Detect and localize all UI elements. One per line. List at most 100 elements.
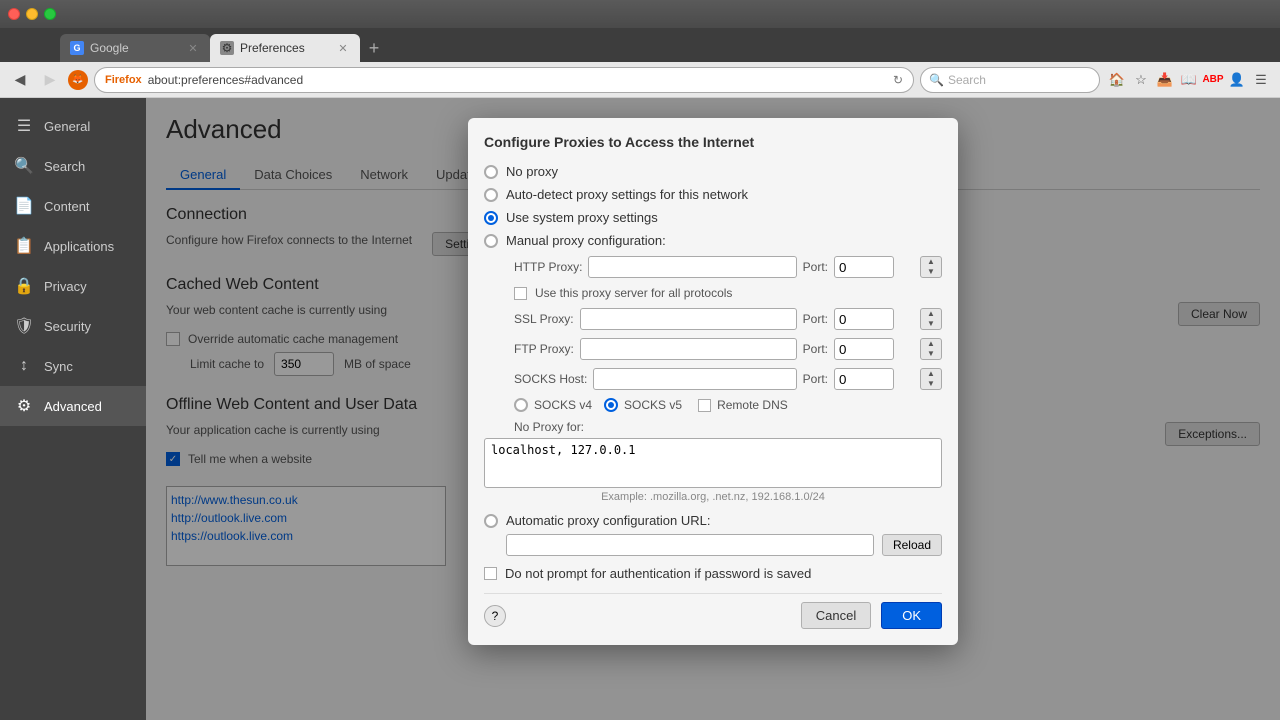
sidebar-item-sync[interactable]: ↕ Sync: [0, 346, 146, 386]
advanced-icon: ⚙: [14, 396, 34, 416]
sidebar-item-security[interactable]: 🛡 Security: [0, 306, 146, 346]
ftp-proxy-grid: FTP Proxy: Port: ▲ ▼: [514, 338, 942, 360]
socks-spin-up[interactable]: ▲: [921, 369, 941, 379]
ssl-proxy-input[interactable]: [580, 308, 797, 330]
use-proxy-row: Use this proxy server for all protocols: [514, 286, 942, 300]
radio-auto-detect-btn[interactable]: [484, 188, 498, 202]
socks-v5-label: SOCKS v5: [624, 398, 682, 412]
no-proxy-section: No Proxy for: localhost, 127.0.0.1 Examp…: [484, 420, 942, 503]
no-auth-checkbox[interactable]: [484, 567, 497, 580]
ssl-spin-down[interactable]: ▼: [921, 319, 941, 329]
ssl-port-input[interactable]: [834, 308, 894, 330]
tab-preferences[interactable]: ⚙ Preferences ✕: [210, 34, 360, 62]
sync-icon[interactable]: 👤: [1226, 69, 1248, 91]
ftp-spin-up[interactable]: ▲: [921, 339, 941, 349]
sidebar-item-applications[interactable]: 📋 Applications: [0, 226, 146, 266]
sidebar-item-advanced[interactable]: ⚙ Advanced: [0, 386, 146, 426]
search-icon: 🔍: [929, 73, 944, 87]
reader-icon[interactable]: 📖: [1178, 69, 1200, 91]
new-tab-button[interactable]: +: [360, 34, 388, 62]
remote-dns-label: Remote DNS: [717, 398, 788, 412]
socks-v4-btn[interactable]: [514, 398, 528, 412]
spin-down[interactable]: ▼: [921, 267, 941, 277]
radio-system-proxy-btn[interactable]: [484, 211, 498, 225]
address-bar[interactable]: Firefox about:preferences#advanced ↻: [94, 67, 914, 93]
sync-nav-icon: ↕: [14, 356, 34, 376]
use-proxy-label: Use this proxy server for all protocols: [535, 286, 732, 300]
search-nav-icon: 🔍: [14, 156, 34, 176]
http-proxy-label: HTTP Proxy:: [514, 260, 582, 274]
radio-manual-proxy-btn[interactable]: [484, 234, 498, 248]
tab-google-label: Google: [90, 41, 129, 55]
ftp-proxy-label: FTP Proxy:: [514, 342, 574, 356]
sidebar: ☰ General 🔍 Search 📄 Content 📋 Applicati…: [0, 98, 146, 720]
browser-navbar: ◀ ▶ 🦊 Firefox about:preferences#advanced…: [0, 62, 1280, 98]
socks-port-spinner[interactable]: ▲ ▼: [920, 368, 942, 390]
auto-proxy-url-input[interactable]: [506, 534, 874, 556]
sidebar-item-privacy[interactable]: 🔒 Privacy: [0, 266, 146, 306]
sidebar-item-content[interactable]: 📄 Content: [0, 186, 146, 226]
sidebar-label-applications: Applications: [44, 239, 114, 254]
remote-dns-checkbox[interactable]: [698, 399, 711, 412]
radio-system-proxy: Use system proxy settings: [484, 210, 942, 225]
auto-proxy-label: Automatic proxy configuration URL:: [506, 513, 710, 528]
browser-titlebar: [0, 0, 1280, 28]
menu-icon[interactable]: ☰: [1250, 69, 1272, 91]
no-auth-row: Do not prompt for authentication if pass…: [484, 566, 942, 581]
http-port-spinner[interactable]: ▲ ▼: [920, 256, 942, 278]
socks-port-input[interactable]: [834, 368, 894, 390]
pocket-icon[interactable]: 📥: [1154, 69, 1176, 91]
sidebar-item-general[interactable]: ☰ General: [0, 106, 146, 146]
forward-button[interactable]: ▶: [38, 68, 62, 92]
back-button[interactable]: ◀: [8, 68, 32, 92]
socks-spin-down[interactable]: ▼: [921, 379, 941, 389]
adblock-icon[interactable]: ABP: [1202, 69, 1224, 91]
sidebar-label-content: Content: [44, 199, 90, 214]
modal-overlay: Configure Proxies to Access the Internet…: [146, 98, 1280, 720]
auto-proxy-radio-btn[interactable]: [484, 514, 498, 528]
privacy-icon: 🔒: [14, 276, 34, 296]
ftp-port-input[interactable]: [834, 338, 894, 360]
general-icon: ☰: [14, 116, 34, 136]
socks-port-label: Port:: [803, 372, 828, 386]
auto-proxy-input-row: Reload: [506, 534, 942, 556]
socks-proxy-input[interactable]: [593, 368, 796, 390]
help-button[interactable]: ?: [484, 605, 506, 627]
radio-no-proxy-btn[interactable]: [484, 165, 498, 179]
refresh-icon[interactable]: ↻: [893, 73, 903, 87]
tab-preferences-close[interactable]: ✕: [336, 41, 350, 55]
modal-footer: ? Cancel OK: [484, 593, 942, 629]
search-bar[interactable]: 🔍 Search: [920, 67, 1100, 93]
google-favicon: G: [70, 41, 84, 55]
home-icon[interactable]: 🏠: [1106, 69, 1128, 91]
traffic-light-close[interactable]: [8, 8, 20, 20]
sidebar-label-privacy: Privacy: [44, 279, 87, 294]
traffic-light-minimize[interactable]: [26, 8, 38, 20]
ssl-port-spinner[interactable]: ▲ ▼: [920, 308, 942, 330]
ssl-spin-up[interactable]: ▲: [921, 309, 941, 319]
ok-button[interactable]: OK: [881, 602, 942, 629]
radio-manual-proxy-label: Manual proxy configuration:: [506, 233, 666, 248]
tab-google[interactable]: G Google ✕: [60, 34, 210, 62]
cancel-button[interactable]: Cancel: [801, 602, 871, 629]
sidebar-item-search[interactable]: 🔍 Search: [0, 146, 146, 186]
proxy-modal: Configure Proxies to Access the Internet…: [468, 118, 958, 645]
auto-proxy-row: Automatic proxy configuration URL:: [484, 513, 942, 528]
http-proxy-input[interactable]: [588, 256, 796, 278]
browser-brand: Firefox: [105, 74, 142, 86]
ftp-port-spinner[interactable]: ▲ ▼: [920, 338, 942, 360]
no-proxy-input[interactable]: localhost, 127.0.0.1: [484, 438, 942, 488]
http-port-input[interactable]: [834, 256, 894, 278]
ftp-proxy-input[interactable]: [580, 338, 797, 360]
bookmark-icon[interactable]: ☆: [1130, 69, 1152, 91]
firefox-logo: 🦊: [68, 70, 88, 90]
spin-up[interactable]: ▲: [921, 257, 941, 267]
tab-google-close[interactable]: ✕: [186, 41, 200, 55]
no-proxy-example: Example: .mozilla.org, .net.nz, 192.168.…: [484, 491, 942, 503]
browser-tabs: G Google ✕ ⚙ Preferences ✕ +: [0, 28, 1280, 62]
socks-v5-btn[interactable]: [604, 398, 618, 412]
reload-button[interactable]: Reload: [882, 534, 942, 556]
use-proxy-checkbox[interactable]: [514, 287, 527, 300]
ftp-spin-down[interactable]: ▼: [921, 349, 941, 359]
traffic-light-maximize[interactable]: [44, 8, 56, 20]
